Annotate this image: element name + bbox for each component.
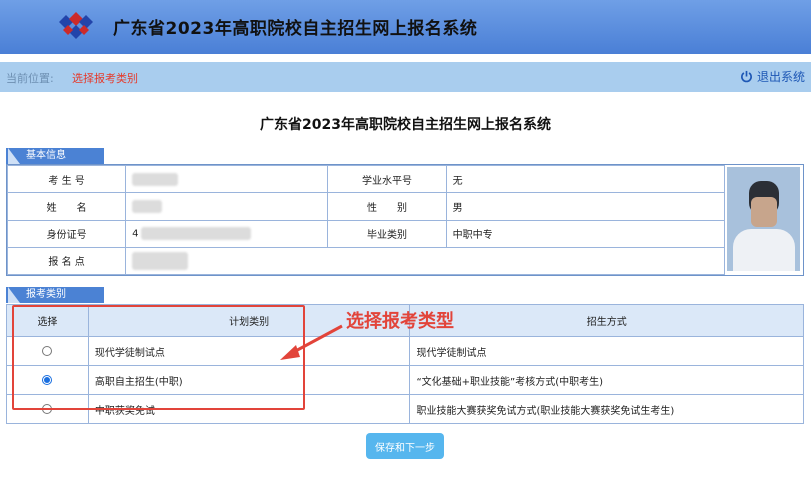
section-label: 基本信息: [26, 150, 66, 161]
annotation-text: 选择报考类型: [346, 311, 454, 332]
redacted-site: [132, 251, 189, 270]
name-label: 姓 名: [6, 192, 127, 221]
save-next-button[interactable]: 保存和下一步: [366, 433, 444, 459]
id-no-value: 4: [125, 219, 329, 248]
header-method: 招生方式: [409, 304, 804, 337]
redacted-name: [132, 199, 163, 213]
method-cell: “文化基础+职业技能”考核方式(中职考生): [409, 365, 804, 395]
level-no-label: 学业水平号: [327, 164, 447, 194]
header-select: 选择: [6, 304, 89, 337]
table-row[interactable]: 现代学徒制试点 现代学徒制试点: [6, 336, 804, 366]
top-header: 广东省2023年高职院校自主招生网上报名系统: [0, 0, 811, 54]
grad-type-value: 中职中专: [445, 219, 726, 248]
radio-option-1[interactable]: [42, 345, 53, 356]
app-title: 广东省2023年高职院校自主招生网上报名系统: [113, 19, 478, 39]
plan-cell: 高职自主招生(中职): [87, 365, 411, 395]
location-bar: 当前位置: 选择报考类别 退出系统: [0, 62, 811, 92]
location-current: 选择报考类别: [72, 72, 138, 85]
radio-option-2[interactable]: [42, 374, 53, 385]
location-prefix: 当前位置:: [6, 72, 54, 85]
exam-no-label: 考 生 号: [6, 164, 127, 194]
section-label: 报考类别: [26, 289, 66, 300]
exam-no-value: [125, 164, 329, 194]
id-no-label: 身份证号: [6, 219, 127, 248]
table-row[interactable]: 中职获奖免试 职业技能大赛获奖免试方式(职业技能大赛获奖免试生考生): [6, 394, 804, 424]
gender-label: 性 别: [327, 192, 447, 221]
method-cell: 职业技能大赛获奖免试方式(职业技能大赛获奖免试生考生): [409, 394, 804, 424]
logout-button[interactable]: 退出系统: [740, 68, 805, 85]
power-icon: [741, 70, 752, 83]
grad-type-label: 毕业类别: [327, 219, 447, 248]
name-value: [125, 192, 329, 221]
redacted-exam-no: [132, 172, 179, 186]
level-no-value: 无: [445, 164, 726, 194]
redacted-id: [140, 227, 251, 241]
table-row[interactable]: 高职自主招生(中职) “文化基础+职业技能”考核方式(中职考生): [6, 365, 804, 395]
logo-icon: [59, 12, 93, 39]
student-photo: [727, 167, 800, 271]
page-title: 广东省2023年高职院校自主招生网上报名系统: [260, 117, 551, 133]
gender-value: 男: [445, 192, 726, 221]
site-value: [125, 246, 725, 276]
logout-label: 退出系统: [756, 70, 805, 84]
plan-cell: 中职获奖免试: [87, 394, 411, 424]
method-cell: 现代学徒制试点: [409, 336, 804, 366]
basic-info-table: 考 生 号 学业水平号 无 姓 名 性 别 男 身份证号 4 毕业类别 中职中专…: [6, 164, 804, 276]
radio-option-3[interactable]: [42, 403, 53, 414]
section-tag-basic-info: 基本信息: [6, 148, 104, 164]
section-tag-apply-type: 报考类别: [6, 287, 104, 303]
site-label: 报 名 点: [6, 246, 127, 276]
